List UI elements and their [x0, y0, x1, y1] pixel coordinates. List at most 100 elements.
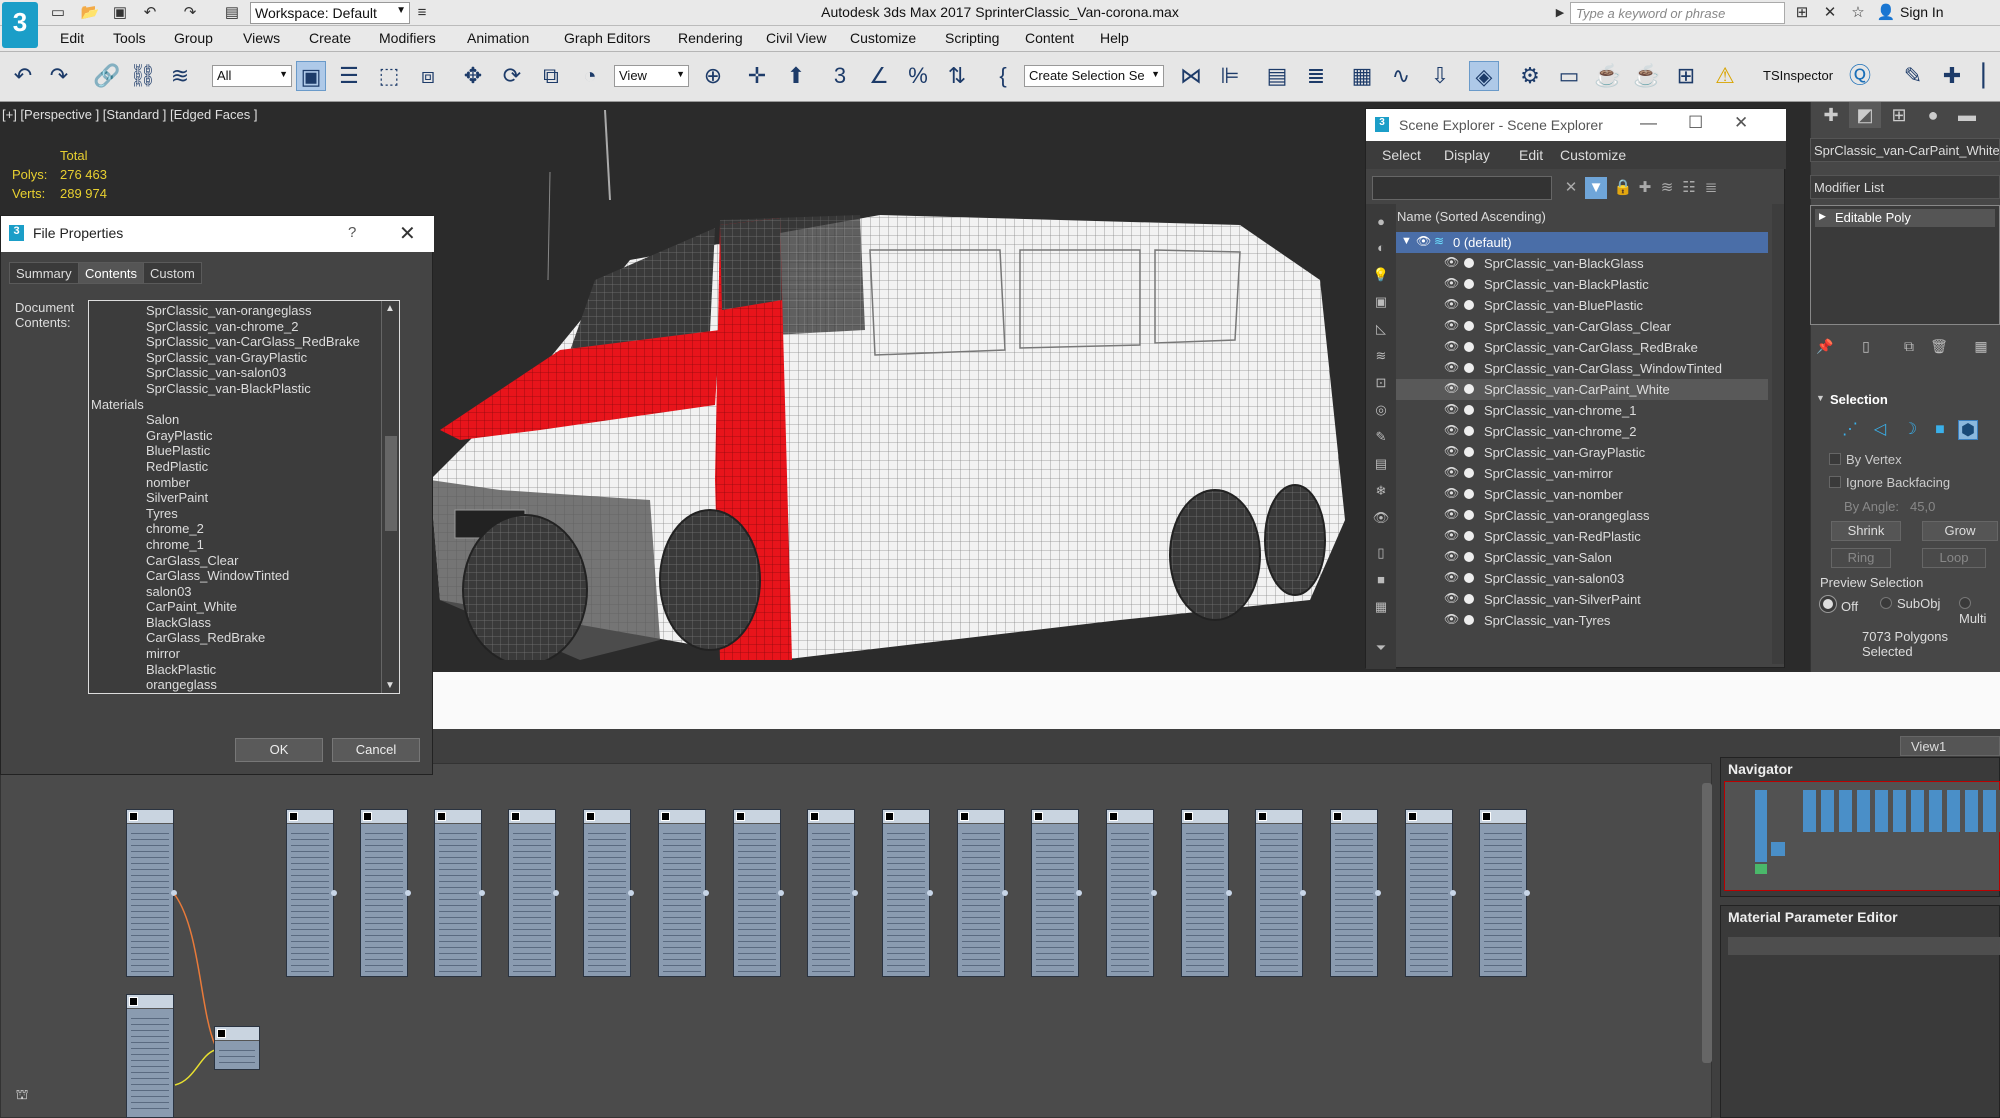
add-layer-icon[interactable]: ✚ [1634, 177, 1656, 199]
render-dot-icon[interactable] [1464, 510, 1474, 520]
hierarchy-icon[interactable]: ☷ [1678, 177, 1700, 199]
node-view-scrollbar[interactable] [1702, 783, 1712, 1063]
minimize-icon[interactable]: — [1640, 113, 1657, 133]
named-selection-dropdown[interactable]: Create Selection Se ▼ [1024, 65, 1164, 87]
object-row[interactable]: 👁 SprClassic_van-BluePlastic [1396, 295, 1768, 316]
select-all-icon[interactable]: ▯ [1371, 543, 1391, 563]
visibility-eye-icon[interactable]: 👁 [1444, 570, 1459, 584]
object-row[interactable]: 👁 SprClassic_van-chrome_1 [1396, 400, 1768, 421]
scene-explorer-titlebar[interactable]: Scene Explorer - Scene Explorer [1366, 109, 1786, 141]
shrink-button[interactable]: Shrink [1831, 521, 1901, 541]
scroll-up-icon[interactable]: ▲ [385, 303, 395, 314]
xrefs-icon[interactable]: ◎ [1371, 400, 1391, 420]
render-dot-icon[interactable] [1464, 300, 1474, 310]
render-dot-icon[interactable] [1464, 405, 1474, 415]
render-dot-icon[interactable] [1464, 258, 1474, 268]
cancel-button[interactable]: Cancel [332, 738, 420, 762]
render-dot-icon[interactable] [1464, 552, 1474, 562]
grow-button[interactable]: Grow [1922, 521, 1998, 541]
view1-tab[interactable]: View1 [1900, 736, 2000, 756]
object-row[interactable]: 👁 SprClassic_van-chrome_2 [1396, 421, 1768, 442]
scroll-thumb[interactable] [385, 436, 397, 531]
material-node[interactable] [1255, 809, 1306, 977]
material-editor-icon[interactable]: ◈ [1469, 61, 1499, 91]
menu-rendering[interactable]: Rendering [678, 30, 743, 46]
render-production-icon[interactable]: ☕ [1593, 61, 1623, 91]
scale-icon[interactable]: ⧉ [536, 61, 566, 91]
select-manipulate-icon[interactable]: ✛ [742, 61, 772, 91]
schematic-view-icon[interactable]: ⇩ [1425, 61, 1455, 91]
object-row[interactable]: 👁 SprClassic_van-BlackGlass [1396, 253, 1768, 274]
scroll-down-icon[interactable]: ▼ [385, 680, 395, 691]
pen-icon[interactable]: ✎ [1898, 61, 1928, 91]
edge-subobject-icon[interactable]: ◁ [1870, 420, 1890, 440]
border-subobject-icon[interactable]: ☽ [1900, 420, 1920, 440]
visibility-eye-icon[interactable]: 👁 [1444, 318, 1459, 332]
visibility-eye-icon[interactable]: 👁 [1444, 381, 1459, 395]
expand-arrow-icon[interactable]: ▶ [1550, 3, 1570, 23]
display-tab-icon[interactable]: ▬ [1951, 102, 1983, 128]
rotate-icon[interactable]: ⟳ [497, 61, 527, 91]
visibility-eye-icon[interactable]: 👁 [1444, 528, 1459, 542]
qr-icon[interactable]: Ⓠ [1845, 61, 1875, 91]
window-crossing-icon[interactable]: ⧈ [413, 61, 443, 91]
keyboard-shortcut-override-icon[interactable]: ⬆ [781, 61, 811, 91]
visibility-eye-icon[interactable]: 👁 [1444, 486, 1459, 500]
configure-modifier-sets-icon[interactable]: ▦ [1972, 338, 1990, 356]
object-name-field[interactable]: SprClassic_van-CarPaint_White [1810, 138, 2000, 162]
tab-custom[interactable]: Custom [143, 262, 202, 284]
visibility-eye-icon[interactable]: 👁 [1444, 507, 1459, 521]
material-node[interactable] [807, 809, 858, 977]
pan-tool-icon[interactable]: ⛫ [12, 1086, 32, 1106]
unlink-icon[interactable]: ⛓ [128, 61, 158, 91]
render-dot-icon[interactable] [1464, 468, 1474, 478]
motion-tab-icon[interactable]: ● [1917, 102, 1949, 128]
render-dot-icon[interactable] [1464, 594, 1474, 604]
object-row[interactable]: 👁 SprClassic_van-CarGlass_WindowTinted [1396, 358, 1768, 379]
object-row[interactable]: 👁 SprClassic_van-Tyres [1396, 610, 1768, 631]
menu-views[interactable]: Views [243, 30, 280, 46]
menu-civil-view[interactable]: Civil View [766, 30, 826, 46]
material-node[interactable] [957, 809, 1008, 977]
sign-in-link[interactable]: Sign In [1900, 4, 1944, 20]
warning-icon[interactable]: ⚠ [1710, 61, 1740, 91]
pivot-center-icon[interactable]: ⊕ [698, 61, 728, 91]
hierarchy-tab-icon[interactable]: ⊞ [1883, 102, 1915, 128]
object-row[interactable]: 👁 SprClassic_van-GrayPlastic [1396, 442, 1768, 463]
se-menu-customize[interactable]: Customize [1560, 147, 1626, 163]
material-node[interactable] [733, 809, 784, 977]
groups-icon[interactable]: ⊡ [1371, 373, 1391, 393]
material-node[interactable] [882, 809, 933, 977]
render-dot-icon[interactable] [1464, 363, 1474, 373]
save-file-icon[interactable]: ▣ [110, 3, 130, 23]
close-icon[interactable]: ✕ [399, 221, 416, 246]
help-button[interactable]: ? [348, 224, 356, 241]
undo-icon[interactable]: ↶ [140, 3, 160, 23]
by-angle-value[interactable]: 45,0 [1910, 499, 1935, 514]
object-row[interactable]: 👁 SprClassic_van-Salon [1396, 547, 1768, 568]
scene-explorer-scrollbar[interactable] [1772, 204, 1784, 664]
visibility-eye-icon[interactable]: 👁 [1444, 465, 1459, 479]
redo-icon[interactable]: ↷ [44, 61, 74, 91]
remove-modifier-icon[interactable]: 🗑 [1930, 338, 1948, 356]
add-icon[interactable]: ✚ [1937, 61, 1967, 91]
render-dot-icon[interactable] [1464, 321, 1474, 331]
editable-poly-stack-item[interactable]: Editable Poly [1815, 209, 1995, 227]
material-node[interactable] [583, 809, 634, 977]
spinner-snap-icon[interactable]: ⇅ [942, 61, 972, 91]
material-node[interactable] [214, 1026, 260, 1070]
rendered-frame-window-icon[interactable]: ▭ [1554, 61, 1584, 91]
cameras-icon[interactable]: ▣ [1371, 292, 1391, 312]
helpers-icon[interactable]: ◺ [1371, 319, 1391, 339]
object-row[interactable]: 👁 SprClassic_van-orangeglass [1396, 505, 1768, 526]
frozen-icon[interactable]: ❄ [1371, 481, 1391, 501]
place-icon[interactable]: ◔ [575, 61, 605, 91]
menu-create[interactable]: Create [309, 30, 351, 46]
bones-icon[interactable]: ✎ [1371, 427, 1391, 447]
visibility-eye-icon[interactable]: 👁 [1416, 234, 1431, 248]
visibility-eye-icon[interactable]: 👁 [1444, 339, 1459, 353]
show-end-result-icon[interactable]: ▯ [1857, 338, 1875, 356]
help-search-input[interactable]: Type a keyword or phrase [1570, 2, 1785, 24]
scene-explorer-search-input[interactable] [1372, 176, 1552, 200]
percent-snap-icon[interactable]: % [903, 61, 933, 91]
